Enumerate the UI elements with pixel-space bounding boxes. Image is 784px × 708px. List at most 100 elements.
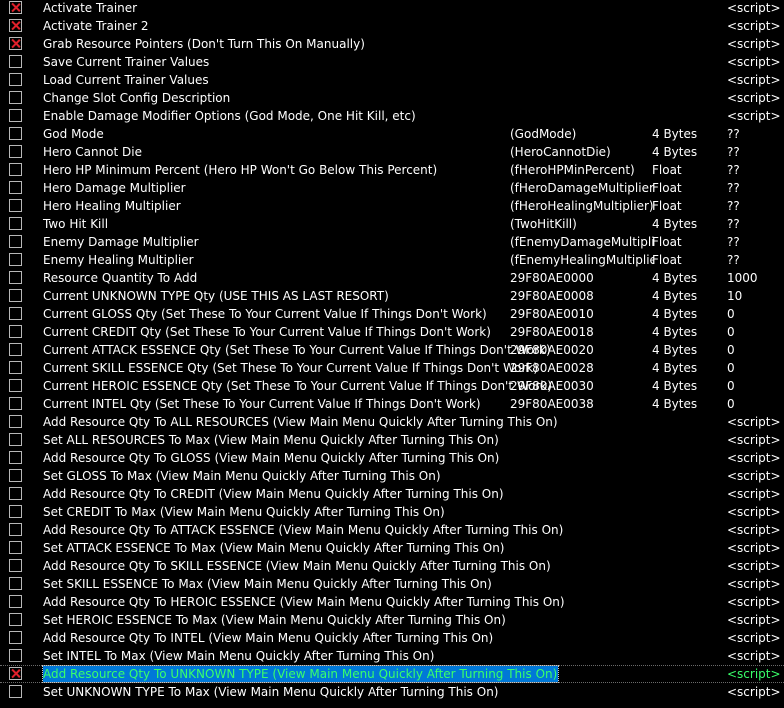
checkbox-checked[interactable] (9, 19, 22, 32)
checkbox[interactable] (9, 559, 22, 572)
table-row[interactable]: Current UNKNOWN TYPE Qty (USE THIS AS LA… (0, 287, 784, 305)
table-row[interactable]: Add Resource Qty To HEROIC ESSENCE (View… (0, 593, 784, 611)
checkbox[interactable] (9, 109, 22, 122)
checkbox[interactable] (9, 379, 22, 392)
row-value[interactable]: <script> (727, 683, 781, 701)
row-value[interactable]: <script> (727, 71, 781, 89)
table-row[interactable]: Add Resource Qty To ALL RESOURCES (View … (0, 413, 784, 431)
row-value[interactable]: 0 (727, 377, 735, 395)
table-row[interactable]: Hero Cannot Die (HeroCannotDie) 4 Bytes?? (0, 143, 784, 161)
row-value[interactable]: <script> (727, 413, 781, 431)
row-value[interactable]: <script> (727, 629, 781, 647)
checkbox[interactable] (9, 397, 22, 410)
checkbox[interactable] (9, 487, 22, 500)
checkbox-checked[interactable] (9, 37, 22, 50)
checkbox[interactable] (9, 505, 22, 518)
row-value[interactable]: 0 (727, 341, 735, 359)
checkbox[interactable] (9, 91, 22, 104)
checkbox[interactable] (9, 199, 22, 212)
table-row[interactable]: Activate Trainer <script> (0, 0, 784, 17)
table-row[interactable]: Hero Healing Multiplier (fHeroHealingMult… (0, 197, 784, 215)
checkbox[interactable] (9, 307, 22, 320)
row-value[interactable]: ?? (727, 251, 740, 269)
checkbox[interactable] (9, 271, 22, 284)
row-value[interactable]: <script> (727, 467, 781, 485)
table-row[interactable]: Current HEROIC ESSENCE Qty (Set These To… (0, 377, 784, 395)
row-value[interactable]: <script> (727, 35, 781, 53)
table-row[interactable]: Save Current Trainer Values <script> (0, 53, 784, 71)
table-row[interactable]: Activate Trainer 2 <script> (0, 17, 784, 35)
table-row[interactable]: God Mode (GodMode) 4 Bytes?? (0, 125, 784, 143)
table-row[interactable]: Add Resource Qty To CREDIT (View Main Me… (0, 485, 784, 503)
row-value[interactable]: 10 (727, 287, 742, 305)
table-row[interactable]: Current INTEL Qty (Set These To Your Cur… (0, 395, 784, 413)
row-value[interactable]: <script> (727, 0, 781, 17)
checkbox[interactable] (9, 235, 22, 248)
table-row[interactable]: Set CREDIT To Max (View Main Menu Quickl… (0, 503, 784, 521)
table-row[interactable]: Add Resource Qty To UNKNOWN TYPE (View M… (0, 665, 784, 683)
checkbox[interactable] (9, 145, 22, 158)
row-value[interactable]: ?? (727, 143, 740, 161)
table-row[interactable]: Load Current Trainer Values <script> (0, 71, 784, 89)
row-value[interactable]: 0 (727, 359, 735, 377)
row-value[interactable]: 0 (727, 395, 735, 413)
row-value[interactable]: <script> (727, 485, 781, 503)
checkbox-checked[interactable] (9, 1, 22, 14)
checkbox[interactable] (9, 127, 22, 140)
row-value[interactable]: <script> (727, 53, 781, 71)
table-row[interactable]: Enemy Damage Multiplier (fEnemyDamageMult… (0, 233, 784, 251)
row-value[interactable]: <script> (727, 521, 781, 539)
row-value[interactable]: <script> (727, 503, 781, 521)
row-value[interactable]: 1000 (727, 269, 758, 287)
row-value[interactable]: ?? (727, 197, 740, 215)
row-value[interactable]: <script> (727, 666, 781, 682)
row-value[interactable]: ?? (727, 233, 740, 251)
row-value[interactable]: ?? (727, 215, 740, 233)
row-value[interactable]: ?? (727, 125, 740, 143)
checkbox[interactable] (9, 631, 22, 644)
checkbox[interactable] (9, 523, 22, 536)
row-value[interactable]: 0 (727, 323, 735, 341)
table-row[interactable]: Set ALL RESOURCES To Max (View Main Menu… (0, 431, 784, 449)
table-row[interactable]: Set GLOSS To Max (View Main Menu Quickly… (0, 467, 784, 485)
table-row[interactable]: Resource Quantity To Add 29F80AE0000 4 Byt… (0, 269, 784, 287)
row-value[interactable]: <script> (727, 17, 781, 35)
row-value[interactable]: ?? (727, 179, 740, 197)
table-row[interactable]: Set UNKNOWN TYPE To Max (View Main Menu … (0, 683, 784, 701)
row-value[interactable]: ?? (727, 161, 740, 179)
row-value[interactable]: <script> (727, 431, 781, 449)
table-row[interactable]: Enemy Healing Multiplier (fEnemyHealingMu… (0, 251, 784, 269)
checkbox[interactable] (9, 541, 22, 554)
row-value[interactable]: <script> (727, 593, 781, 611)
checkbox[interactable] (9, 415, 22, 428)
table-row[interactable]: Set INTEL To Max (View Main Menu Quickly… (0, 647, 784, 665)
checkbox[interactable] (9, 649, 22, 662)
table-row[interactable]: Add Resource Qty To GLOSS (View Main Men… (0, 449, 784, 467)
checkbox[interactable] (9, 73, 22, 86)
table-row[interactable]: Add Resource Qty To ATTACK ESSENCE (View… (0, 521, 784, 539)
row-value[interactable]: <script> (727, 611, 781, 629)
checkbox[interactable] (9, 163, 22, 176)
checkbox[interactable] (9, 325, 22, 338)
table-row[interactable]: Grab Resource Pointers (Don't Turn This … (0, 35, 784, 53)
table-row[interactable]: Current GLOSS Qty (Set These To Your Cur… (0, 305, 784, 323)
table-row[interactable]: Add Resource Qty To SKILL ESSENCE (View … (0, 557, 784, 575)
checkbox[interactable] (9, 433, 22, 446)
row-value[interactable]: <script> (727, 539, 781, 557)
table-row[interactable]: Current SKILL ESSENCE Qty (Set These To … (0, 359, 784, 377)
table-row[interactable]: Current CREDIT Qty (Set These To Your Cu… (0, 323, 784, 341)
checkbox[interactable] (9, 685, 22, 698)
row-value[interactable]: <script> (727, 647, 781, 665)
table-row[interactable]: Hero Damage Multiplier (fHeroDamageMultip… (0, 179, 784, 197)
row-value[interactable]: <script> (727, 557, 781, 575)
table-row[interactable]: Change Slot Config Description <script> (0, 89, 784, 107)
row-value[interactable]: <script> (727, 575, 781, 593)
checkbox[interactable] (9, 253, 22, 266)
checkbox[interactable] (9, 577, 22, 590)
checkbox[interactable] (9, 55, 22, 68)
checkbox[interactable] (9, 289, 22, 302)
checkbox[interactable] (9, 361, 22, 374)
checkbox-checked[interactable] (9, 667, 22, 680)
table-row[interactable]: Set HEROIC ESSENCE To Max (View Main Men… (0, 611, 784, 629)
checkbox[interactable] (9, 613, 22, 626)
